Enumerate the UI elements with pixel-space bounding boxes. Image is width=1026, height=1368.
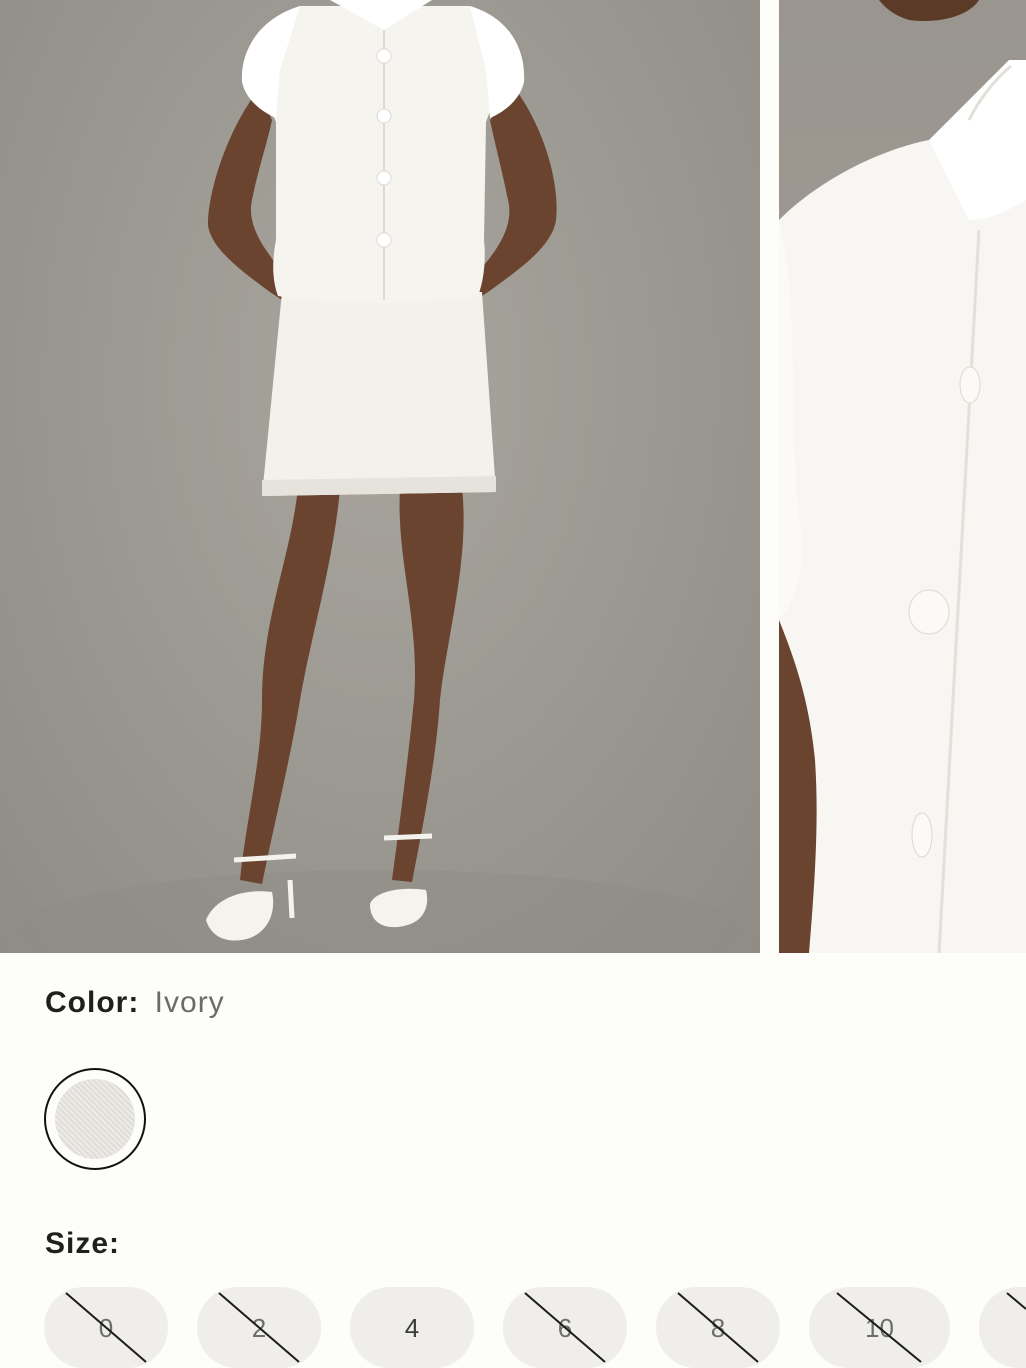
- color-swatch-ivory[interactable]: [44, 1068, 146, 1170]
- size-option-10[interactable]: 10: [809, 1287, 950, 1368]
- ivory-fabric-swatch-icon: [55, 1079, 135, 1159]
- size-option-4[interactable]: 4: [350, 1287, 474, 1368]
- sold-out-strike-icon: [1006, 1292, 1026, 1310]
- product-photo-detail[interactable]: [779, 0, 1026, 953]
- size-option-label: 4: [404, 1313, 420, 1343]
- size-option-label: 8: [710, 1313, 726, 1343]
- selected-color-name: Ivory: [154, 986, 225, 1019]
- size-option-label: 2: [251, 1313, 267, 1343]
- color-selection-heading: Color: Ivory: [45, 985, 225, 1021]
- size-option-next[interactable]: [979, 1287, 1026, 1368]
- size-option-2[interactable]: 2: [197, 1287, 321, 1368]
- product-photo-model[interactable]: [0, 0, 760, 953]
- size-option-6[interactable]: 6: [503, 1287, 627, 1368]
- size-option-0[interactable]: 0: [44, 1287, 168, 1368]
- size-option-label: 6: [557, 1313, 573, 1343]
- collar-detail-photo-icon: [779, 0, 1026, 953]
- size-option-label: 10: [865, 1313, 894, 1343]
- size-option-label: 0: [98, 1313, 114, 1343]
- color-label: Color:: [45, 986, 140, 1019]
- size-label: Size:: [45, 1227, 121, 1260]
- model-full-length-photo-icon: [20, 0, 740, 953]
- size-option-8[interactable]: 8: [656, 1287, 780, 1368]
- product-image-carousel[interactable]: [0, 0, 1026, 953]
